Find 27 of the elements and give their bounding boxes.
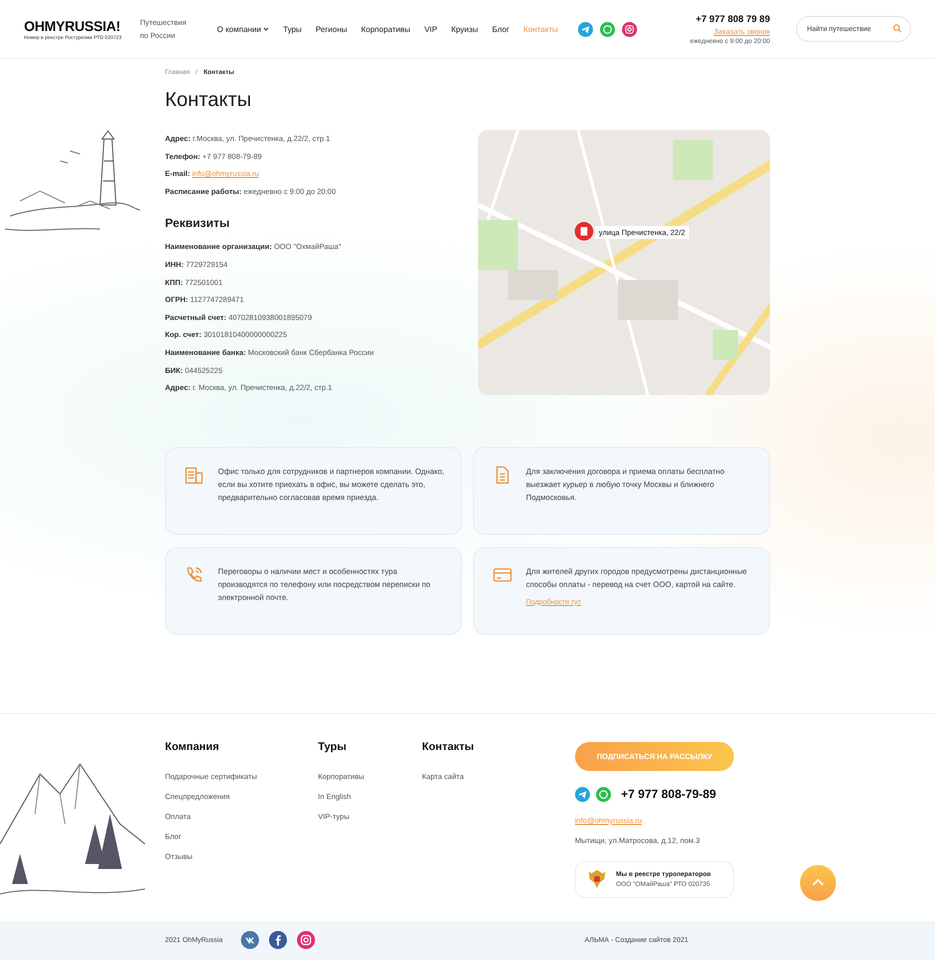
whatsapp-icon[interactable] xyxy=(600,22,615,36)
telegram-icon[interactable] xyxy=(578,22,593,36)
page-title: Контакты xyxy=(165,89,252,112)
phone-number[interactable]: +7 977 808 79 89 xyxy=(696,14,770,24)
nav-link[interactable]: VIP xyxy=(424,24,438,34)
nav-link[interactable]: Регионы xyxy=(316,24,348,34)
facebook-icon[interactable] xyxy=(268,931,287,950)
vk-icon[interactable] xyxy=(240,931,259,950)
instagram-icon[interactable] xyxy=(296,931,315,950)
footer-phone[interactable]: +7 977 808-79-89 xyxy=(621,787,716,802)
whatsapp-icon[interactable] xyxy=(596,786,611,802)
nav-link[interactable]: Корпоративы xyxy=(361,24,410,34)
search-icon[interactable] xyxy=(893,24,902,33)
nav-link[interactable]: Блог xyxy=(492,24,510,34)
footer-heading: Компания xyxy=(165,740,220,753)
footer-heading: Туры xyxy=(318,740,348,753)
logo[interactable]: OHMYRUSSIA! xyxy=(24,18,120,34)
nav-link[interactable]: О компании xyxy=(217,24,270,34)
nav-link[interactable]: Круизы xyxy=(451,24,478,34)
telegram-icon[interactable] xyxy=(575,786,590,802)
instagram-icon[interactable] xyxy=(622,22,637,36)
coat-of-arms-icon xyxy=(586,868,608,890)
section-heading: Реквизиты xyxy=(165,216,231,230)
scroll-to-top-button[interactable] xyxy=(800,865,836,901)
footer-heading: Контакты xyxy=(422,740,475,753)
building-icon xyxy=(184,464,204,485)
nav-link[interactable]: Туры xyxy=(283,24,302,34)
